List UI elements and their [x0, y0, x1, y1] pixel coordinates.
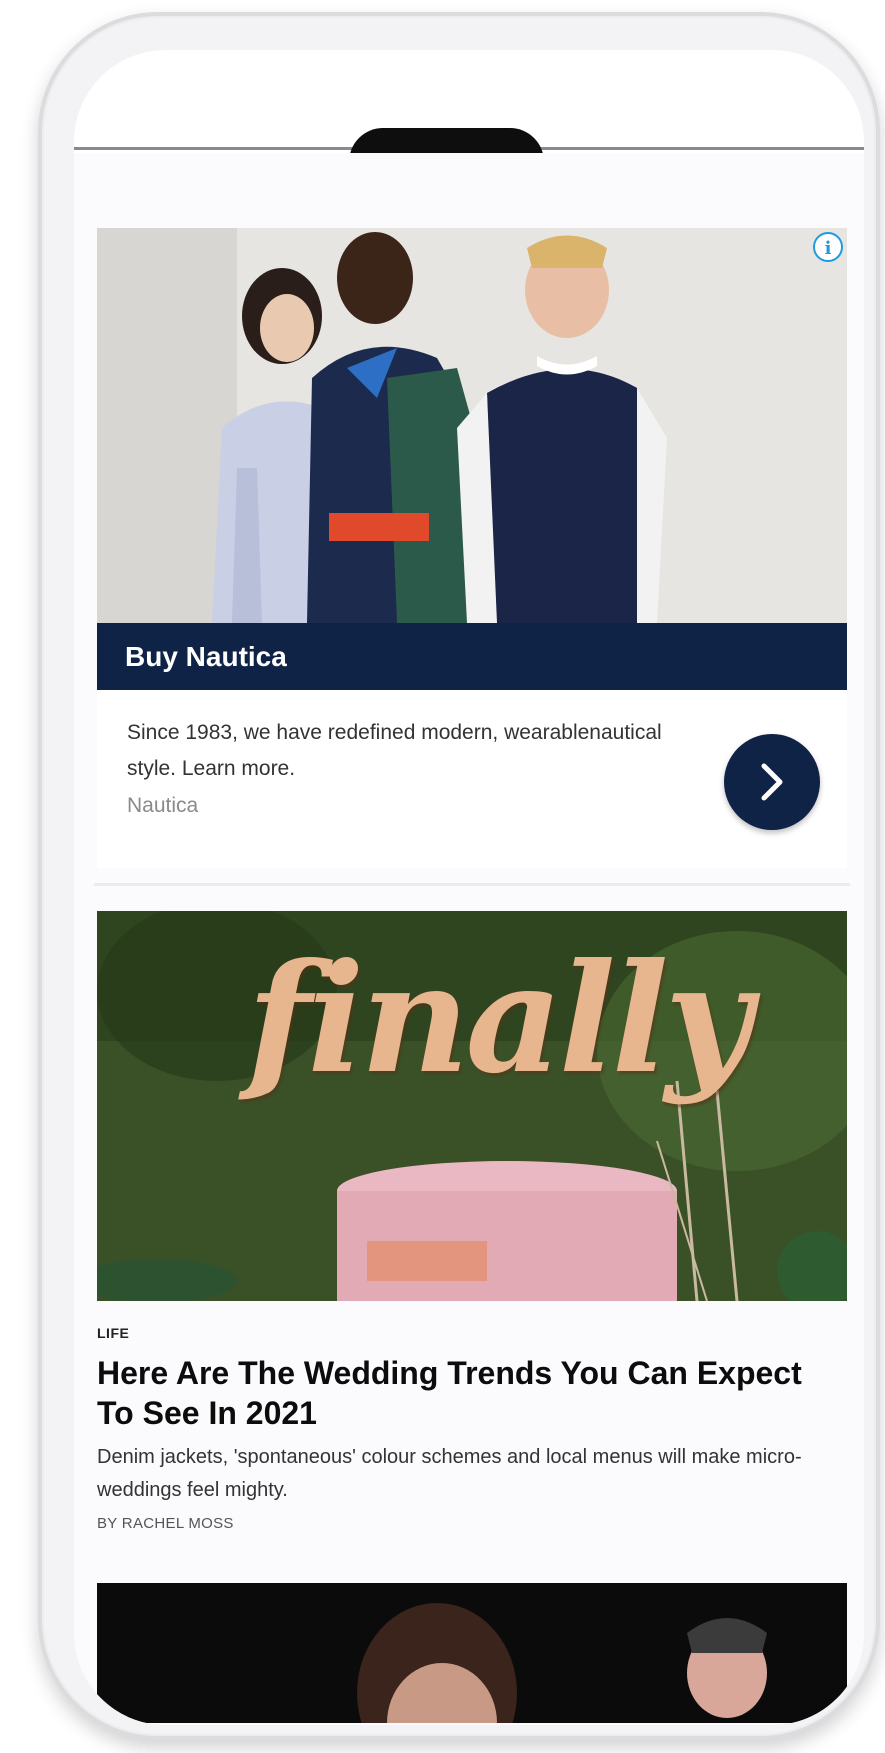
feed-divider — [94, 883, 850, 886]
status-bar — [74, 50, 864, 162]
ad-title[interactable]: Buy Nautica — [97, 623, 847, 690]
ad-advertiser: Nautica — [127, 794, 199, 817]
article-byline[interactable]: BY RACHEL MOSS — [97, 1515, 234, 1532]
chevron-right-icon — [761, 763, 783, 801]
ad-cta-button[interactable] — [724, 734, 820, 830]
article-image[interactable]: finally — [97, 911, 847, 1301]
ad-description[interactable]: Since 1983, we have redefined modern, we… — [127, 715, 687, 787]
next-article-image[interactable] — [97, 1583, 847, 1723]
article-category[interactable]: LIFE — [97, 1325, 129, 1341]
info-icon[interactable]: i — [813, 232, 843, 262]
next-article-photo — [97, 1583, 847, 1723]
phone-screen: i Buy Nautica Since 1983, we have redefi… — [74, 50, 864, 1725]
ad-photo-models — [97, 228, 847, 623]
ad-image[interactable]: i — [97, 228, 847, 623]
cake-topper-text: finally — [247, 931, 752, 1107]
article-title[interactable]: Here Are The Wedding Trends You Can Expe… — [97, 1353, 847, 1433]
sponsored-ad-card[interactable]: i Buy Nautica Since 1983, we have redefi… — [97, 228, 847, 868]
article-dek[interactable]: Denim jackets, 'spontaneous' colour sche… — [97, 1441, 847, 1507]
content-feed[interactable]: i Buy Nautica Since 1983, we have redefi… — [74, 153, 864, 1725]
